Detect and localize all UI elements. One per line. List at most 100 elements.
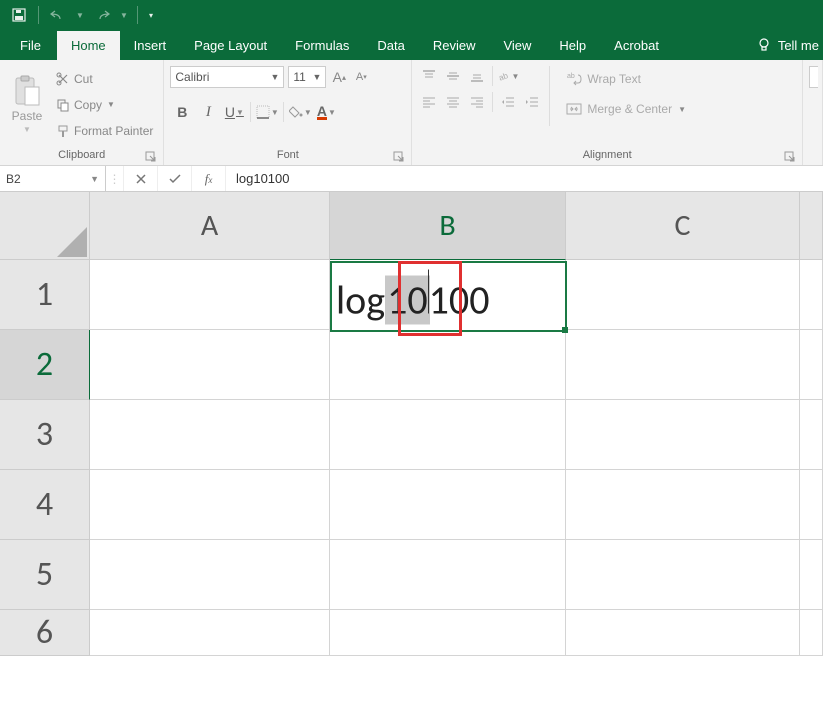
bucket-icon <box>289 105 303 119</box>
cell-d2[interactable] <box>800 330 823 400</box>
tab-file[interactable]: File <box>4 31 57 60</box>
cell-d4[interactable] <box>800 470 823 540</box>
increase-font-size-button[interactable]: A▴ <box>330 67 348 87</box>
column-header-a[interactable]: A <box>90 192 330 260</box>
tab-acrobat[interactable]: Acrobat <box>600 31 673 60</box>
dialog-launcher-icon[interactable] <box>393 151 405 163</box>
number-format-combo[interactable] <box>809 66 818 88</box>
tab-data[interactable]: Data <box>363 31 418 60</box>
cell-c1[interactable] <box>566 260 800 330</box>
cell-a1[interactable] <box>90 260 330 330</box>
cell-a5[interactable] <box>90 540 330 610</box>
row-header-3[interactable]: 3 <box>0 400 90 470</box>
align-center-button[interactable] <box>442 92 464 112</box>
row-header-4[interactable]: 4 <box>0 470 90 540</box>
wrap-text-button[interactable]: ab Wrap Text <box>562 66 690 92</box>
tab-insert[interactable]: Insert <box>120 31 181 60</box>
row-header-5[interactable]: 5 <box>0 540 90 610</box>
tab-help[interactable]: Help <box>545 31 600 60</box>
select-all-button[interactable] <box>0 192 90 260</box>
cell-text-selected: 10 <box>385 275 430 324</box>
cell-a2[interactable] <box>90 330 330 400</box>
borders-button[interactable]: ▼ <box>255 100 279 124</box>
align-middle-button[interactable] <box>442 66 464 86</box>
column-header-d[interactable] <box>800 192 823 260</box>
font-size-combo[interactable]: 11▼ <box>288 66 326 88</box>
cancel-button[interactable] <box>124 166 158 191</box>
cell-c5[interactable] <box>566 540 800 610</box>
cell-c6[interactable] <box>566 610 800 656</box>
tell-me-search[interactable]: Tell me <box>742 30 819 60</box>
underline-button[interactable]: U▼ <box>222 100 246 124</box>
align-right-button[interactable] <box>466 92 488 112</box>
orientation-button[interactable]: ab▼ <box>497 66 519 86</box>
decrease-indent-button[interactable] <box>497 92 519 112</box>
cell-c3[interactable] <box>566 400 800 470</box>
lightbulb-icon <box>756 37 772 53</box>
quick-access-toolbar: ▼ ▼ ▾ <box>0 0 823 30</box>
cell-editor[interactable]: log10100 <box>336 269 489 324</box>
font-name-combo[interactable]: Calibri▼ <box>170 66 284 88</box>
increase-indent-button[interactable] <box>521 92 543 112</box>
cell-b3[interactable] <box>330 400 566 470</box>
undo-icon[interactable] <box>47 4 69 26</box>
redo-icon[interactable] <box>91 4 113 26</box>
cell-b5[interactable] <box>330 540 566 610</box>
spreadsheet-grid[interactable]: A B C 1 2 3 4 5 6 <box>0 192 823 656</box>
cell-d6[interactable] <box>800 610 823 656</box>
cell-a3[interactable] <box>90 400 330 470</box>
row-header-6[interactable]: 6 <box>0 610 90 656</box>
italic-button[interactable]: I <box>196 100 220 124</box>
redo-dropdown-icon[interactable]: ▼ <box>119 4 129 26</box>
cell-d1[interactable] <box>800 260 823 330</box>
ribbon-tabs: File Home Insert Page Layout Formulas Da… <box>0 30 823 60</box>
paintbrush-icon <box>56 124 70 138</box>
align-top-button[interactable] <box>418 66 440 86</box>
tab-view[interactable]: View <box>489 31 545 60</box>
cell-a6[interactable] <box>90 610 330 656</box>
cell-d5[interactable] <box>800 540 823 610</box>
bold-button[interactable]: B <box>170 100 194 124</box>
cell-b2[interactable] <box>330 330 566 400</box>
cut-button[interactable]: Cut <box>52 67 157 91</box>
enter-button[interactable] <box>158 166 192 191</box>
customize-qat-icon[interactable]: ▾ <box>146 4 156 26</box>
formula-input[interactable]: log10100 <box>226 166 823 191</box>
name-box-resize[interactable]: ⋮ <box>106 166 124 191</box>
fill-color-button[interactable]: ▼ <box>288 100 312 124</box>
undo-dropdown-icon[interactable]: ▼ <box>75 4 85 26</box>
save-icon[interactable] <box>8 4 30 26</box>
tab-page-layout[interactable]: Page Layout <box>180 31 281 60</box>
column-header-b[interactable]: B <box>330 192 566 260</box>
cell-b6[interactable] <box>330 610 566 656</box>
insert-function-button[interactable]: fx <box>192 166 226 191</box>
name-box[interactable]: B2▼ <box>0 166 106 191</box>
ribbon-group-clipboard: Paste ▼ Cut Copy ▼ Format Painter <box>0 60 164 165</box>
column-header-c[interactable]: C <box>566 192 800 260</box>
merge-center-button[interactable]: Merge & Center ▼ <box>562 96 690 122</box>
align-left-button[interactable] <box>418 92 440 112</box>
dialog-launcher-icon[interactable] <box>145 151 157 163</box>
copy-button[interactable]: Copy ▼ <box>52 93 157 117</box>
tab-review[interactable]: Review <box>419 31 490 60</box>
separator <box>38 6 39 24</box>
align-bottom-button[interactable] <box>466 66 488 86</box>
row-header-1[interactable]: 1 <box>0 260 90 330</box>
cell-c4[interactable] <box>566 470 800 540</box>
decrease-font-size-button[interactable]: A▾ <box>352 67 370 87</box>
group-label-alignment: Alignment <box>583 149 632 161</box>
cell-a4[interactable] <box>90 470 330 540</box>
fx-icon: fx <box>205 171 213 187</box>
font-color-button[interactable]: A▼ <box>314 100 338 124</box>
row-header-2[interactable]: 2 <box>0 330 90 400</box>
format-painter-button[interactable]: Format Painter <box>52 119 157 143</box>
paste-button[interactable]: Paste ▼ <box>6 62 48 147</box>
group-label-font: Font <box>277 149 299 161</box>
separator <box>137 6 138 24</box>
cell-c2[interactable] <box>566 330 800 400</box>
cell-d3[interactable] <box>800 400 823 470</box>
tab-home[interactable]: Home <box>57 31 120 60</box>
dialog-launcher-icon[interactable] <box>784 151 796 163</box>
tab-formulas[interactable]: Formulas <box>281 31 363 60</box>
cell-b4[interactable] <box>330 470 566 540</box>
